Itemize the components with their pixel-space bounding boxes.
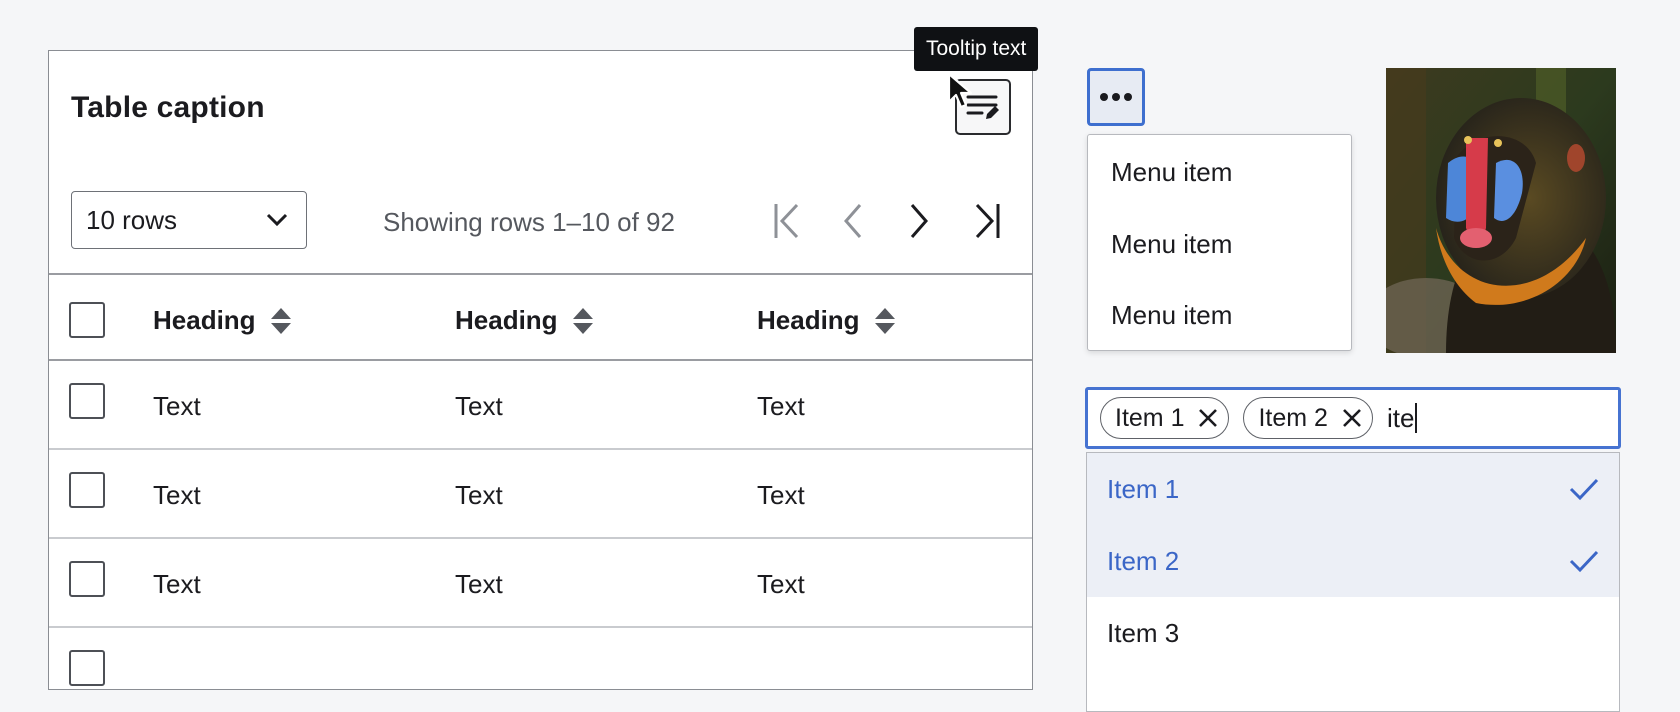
pagination-status: Showing rows 1–10 of 92 bbox=[383, 207, 675, 237]
sort-icon bbox=[874, 307, 895, 334]
last-page-button[interactable] bbox=[967, 199, 1007, 243]
column-header[interactable]: Heading bbox=[153, 305, 292, 336]
table-cell: Text bbox=[757, 480, 805, 510]
menu-item[interactable]: Menu item bbox=[1111, 229, 1232, 260]
row-divider bbox=[49, 537, 1032, 539]
column-header-label: Heading bbox=[455, 305, 558, 335]
row-divider bbox=[49, 626, 1032, 628]
table-cell: Text bbox=[153, 391, 201, 421]
remove-chip-icon[interactable] bbox=[1198, 408, 1218, 428]
previous-page-button[interactable] bbox=[833, 199, 873, 243]
options-listbox: Item 1 Item 2 Item 3 bbox=[1086, 452, 1620, 712]
chevron-right-icon bbox=[910, 204, 928, 238]
selected-chip: Item 2 bbox=[1243, 397, 1373, 439]
table-cell: Text bbox=[455, 569, 503, 599]
table-cell: Text bbox=[757, 569, 805, 599]
tooltip: Tooltip text bbox=[914, 27, 1039, 71]
row-checkbox[interactable] bbox=[69, 472, 105, 508]
listbox-option[interactable]: Item 2 bbox=[1087, 525, 1619, 597]
menu-item[interactable]: Menu item bbox=[1111, 157, 1232, 188]
chip-label: Item 2 bbox=[1258, 403, 1328, 432]
toolbar-divider bbox=[49, 273, 1032, 275]
sort-icon bbox=[270, 307, 291, 334]
option-label: Item 1 bbox=[1107, 473, 1180, 504]
ellipsis-icon bbox=[1100, 93, 1132, 101]
rows-per-page-value: 10 rows bbox=[86, 204, 178, 235]
table-caption: Table caption bbox=[71, 91, 265, 124]
more-options-button[interactable] bbox=[1087, 68, 1145, 126]
remove-chip-icon[interactable] bbox=[1342, 408, 1362, 428]
next-page-button[interactable] bbox=[899, 199, 939, 243]
header-divider bbox=[49, 359, 1032, 361]
mouse-pointer-icon bbox=[947, 72, 973, 109]
table-cell: Text bbox=[153, 480, 201, 510]
rows-per-page-select[interactable]: 10 rows bbox=[71, 191, 307, 249]
column-header[interactable]: Heading bbox=[455, 305, 594, 336]
chevron-left-icon bbox=[844, 204, 862, 238]
chip-label: Item 1 bbox=[1115, 403, 1185, 432]
combobox-input[interactable]: ite bbox=[1386, 402, 1418, 434]
table-cell: Text bbox=[455, 480, 503, 510]
row-checkbox[interactable] bbox=[69, 650, 105, 686]
table-cell: Text bbox=[757, 391, 805, 421]
row-divider bbox=[49, 448, 1032, 450]
table-cell: Text bbox=[153, 569, 201, 599]
listbox-option[interactable]: Item 3 bbox=[1087, 597, 1619, 669]
text-caret bbox=[1415, 403, 1418, 433]
dropdown-menu: Menu item Menu item Menu item bbox=[1087, 134, 1352, 351]
combobox-input-value: ite bbox=[1386, 402, 1415, 433]
data-table-card: Table caption 10 rows Showing rows 1–10 … bbox=[48, 50, 1033, 690]
mandrill-photo bbox=[1386, 68, 1616, 353]
multiselect-combobox[interactable]: Item 1 Item 2 ite bbox=[1085, 387, 1621, 449]
column-header-label: Heading bbox=[153, 305, 256, 335]
row-checkbox[interactable] bbox=[69, 561, 105, 597]
selected-chip: Item 1 bbox=[1100, 397, 1230, 439]
menu-item[interactable]: Menu item bbox=[1111, 300, 1232, 331]
listbox-option[interactable]: Item 1 bbox=[1087, 453, 1619, 525]
check-icon bbox=[1569, 478, 1599, 501]
first-page-button[interactable] bbox=[767, 199, 807, 243]
sort-icon bbox=[572, 307, 593, 334]
last-page-icon bbox=[975, 203, 1000, 239]
row-checkbox[interactable] bbox=[69, 383, 105, 419]
option-label: Item 2 bbox=[1107, 545, 1180, 576]
chevron-down-icon bbox=[266, 213, 288, 227]
first-page-icon bbox=[774, 203, 799, 239]
check-icon bbox=[1569, 550, 1599, 573]
select-all-checkbox[interactable] bbox=[69, 302, 105, 338]
column-header-label: Heading bbox=[757, 305, 860, 335]
table-cell: Text bbox=[455, 391, 503, 421]
column-header[interactable]: Heading bbox=[757, 305, 896, 336]
option-label: Item 3 bbox=[1107, 617, 1180, 648]
